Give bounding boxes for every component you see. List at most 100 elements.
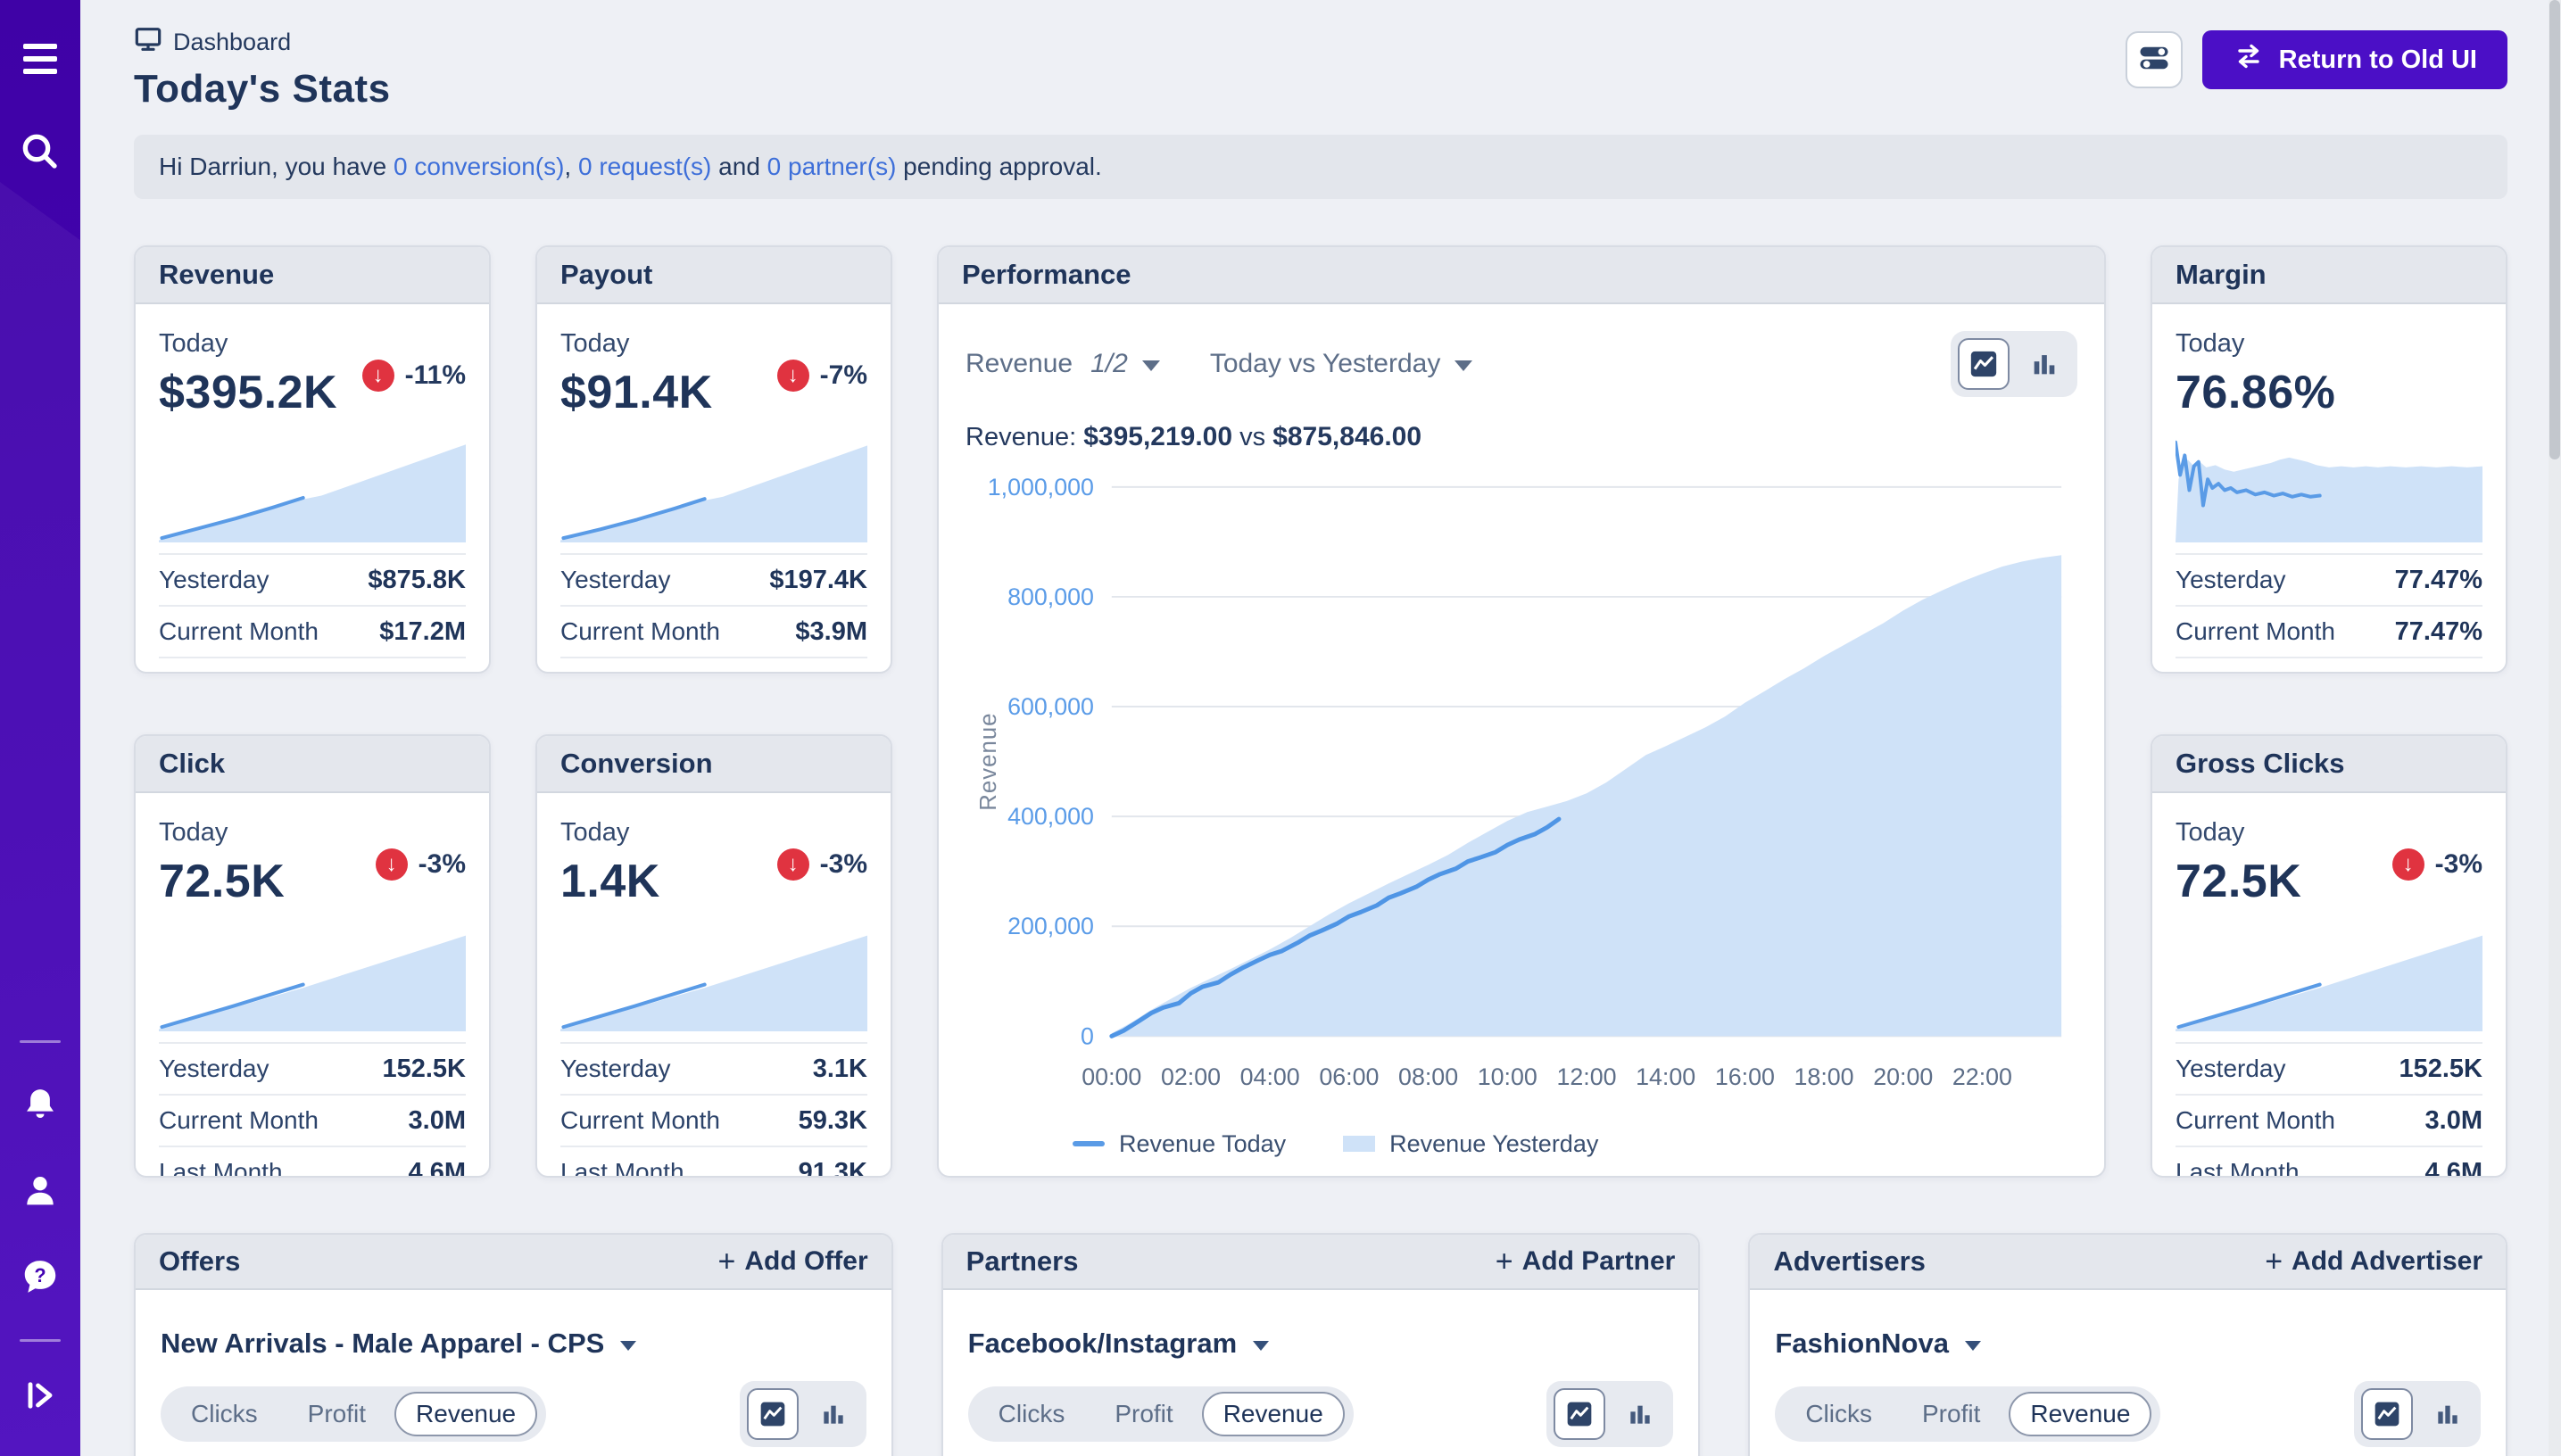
change-percent: -3% xyxy=(2435,849,2482,880)
svg-text:400,000: 400,000 xyxy=(1007,803,1094,830)
bar-chart-toggle-button[interactable] xyxy=(2018,338,2070,390)
today-value: $91.4K xyxy=(560,366,713,419)
svg-text:22:00: 22:00 xyxy=(1952,1063,2012,1090)
payout-card: Payout Today $91.4K ↓ -7% Yesterday$197.… xyxy=(535,245,892,674)
profile-person-icon[interactable] xyxy=(17,1168,63,1214)
stat-row: Yesterday152.5K xyxy=(2176,1042,2482,1094)
banner-text: Hi Darriun, you have xyxy=(159,153,394,181)
add-partner-button[interactable]: + Add Partner xyxy=(1496,1245,1676,1279)
chevron-down-icon xyxy=(1253,1341,1269,1351)
line-chart-toggle-button[interactable] xyxy=(1958,338,2010,390)
return-old-ui-button[interactable]: Return to Old UI xyxy=(2202,30,2507,89)
change-badge: ↓ -11% xyxy=(362,360,466,392)
stat-row: Last Month91.3K xyxy=(560,1146,867,1178)
card-title: Revenue xyxy=(159,259,274,291)
notifications-bell-icon[interactable] xyxy=(17,1082,63,1129)
svg-text:10:00: 10:00 xyxy=(1478,1063,1537,1090)
line-chart-toggle-button[interactable] xyxy=(1554,1388,1605,1440)
chevron-down-icon xyxy=(620,1341,636,1351)
card-title: Performance xyxy=(962,259,1131,291)
help-icon[interactable]: ? xyxy=(17,1253,63,1300)
bar-chart-toggle-button[interactable] xyxy=(1614,1388,1666,1440)
tab-revenue[interactable]: Revenue xyxy=(2009,1392,2151,1436)
requests-link[interactable]: 0 request(s) xyxy=(578,153,711,181)
sidebar-divider xyxy=(20,1339,61,1342)
tab-profit[interactable]: Profit xyxy=(1093,1392,1194,1436)
legend-item-revenue-yesterday[interactable]: Revenue Yesterday xyxy=(1343,1130,1598,1158)
change-percent: -11% xyxy=(405,360,466,391)
line-swatch-icon xyxy=(1073,1141,1105,1146)
card-title: Gross Clicks xyxy=(2176,748,2345,780)
chart-type-toggle xyxy=(1546,1381,1673,1447)
sidebar: ? xyxy=(0,0,80,1456)
stat-row: Current Month59.3K xyxy=(560,1094,867,1146)
conversions-link[interactable]: 0 conversion(s) xyxy=(394,153,564,181)
svg-text:20:00: 20:00 xyxy=(1873,1063,1933,1090)
card-title: Partners xyxy=(966,1245,1079,1278)
change-percent: -7% xyxy=(820,360,867,391)
return-old-ui-label: Return to Old UI xyxy=(2279,46,2477,75)
stat-row: Yesterday152.5K xyxy=(159,1042,466,1094)
banner-text: , xyxy=(564,153,578,181)
bar-chart-toggle-button[interactable] xyxy=(808,1388,859,1440)
stat-row: Last Month$6.0M xyxy=(560,657,867,674)
legend-item-revenue-today[interactable]: Revenue Today xyxy=(1073,1130,1286,1158)
toggles-icon xyxy=(2136,40,2172,80)
page-title: Today's Stats xyxy=(134,67,391,112)
payout-sparkline xyxy=(560,434,867,542)
vertical-scrollbar[interactable] xyxy=(2549,0,2561,1456)
tab-clicks[interactable]: Clicks xyxy=(977,1392,1087,1436)
compare-select[interactable]: Today vs Yesterday xyxy=(1210,349,1473,379)
click-sparkline xyxy=(159,922,466,1031)
search-icon[interactable] xyxy=(17,128,63,175)
today-label: Today xyxy=(2176,329,2335,359)
change-percent: -3% xyxy=(419,849,466,880)
expand-sidebar-icon[interactable] xyxy=(17,1372,63,1419)
add-offer-button[interactable]: + Add Offer xyxy=(717,1245,867,1279)
compare-select-value: Today vs Yesterday xyxy=(1210,349,1441,379)
monitor-icon xyxy=(134,25,162,60)
today-value: 76.86% xyxy=(2176,366,2335,419)
performance-card: Performance Revenue 1/2 Today vs Yesterd… xyxy=(937,245,2106,1178)
tab-revenue[interactable]: Revenue xyxy=(394,1392,537,1436)
arrow-down-circle-icon: ↓ xyxy=(777,848,809,881)
scrollbar-thumb[interactable] xyxy=(2549,0,2560,459)
comparison-summary: Revenue: $395,219.00 vs $875,846.00 xyxy=(966,422,2077,452)
add-advertiser-button[interactable]: + Add Advertiser xyxy=(2265,1245,2482,1279)
stat-row: Current Month$3.9M xyxy=(560,605,867,657)
change-badge: ↓ -3% xyxy=(777,848,867,881)
line-chart-toggle-button[interactable] xyxy=(2361,1388,2413,1440)
tab-revenue[interactable]: Revenue xyxy=(1202,1392,1345,1436)
menu-icon[interactable] xyxy=(17,36,63,82)
banner-text: pending approval. xyxy=(896,153,1101,181)
today-label: Today xyxy=(159,329,337,359)
offer-select[interactable]: New Arrivals - Male Apparel - CPS xyxy=(161,1328,866,1360)
ui-toggle-button[interactable] xyxy=(2126,31,2183,88)
today-label: Today xyxy=(159,818,285,848)
swap-arrows-icon xyxy=(2233,40,2265,79)
conversion-card: Conversion Today 1.4K ↓ -3% Yesterday3.1… xyxy=(535,734,892,1178)
advertiser-select[interactable]: FashionNova xyxy=(1775,1328,2481,1360)
tab-profit[interactable]: Profit xyxy=(1901,1392,2002,1436)
today-amount: $395,219.00 xyxy=(1083,422,1232,451)
tab-clicks[interactable]: Clicks xyxy=(1784,1392,1894,1436)
main-content: Dashboard Today's Stats Return to Old UI… xyxy=(80,0,2561,1456)
card-title: Click xyxy=(159,748,225,780)
margin-card: Margin Today 76.86% Yesterday77.47% Curr… xyxy=(2151,245,2507,674)
tab-clicks[interactable]: Clicks xyxy=(170,1392,279,1436)
line-chart-toggle-button[interactable] xyxy=(747,1388,799,1440)
advertisers-card: Advertisers + Add Advertiser FashionNova… xyxy=(1748,1233,2507,1456)
metric-select[interactable]: Revenue 1/2 xyxy=(966,349,1160,379)
change-badge: ↓ -3% xyxy=(2392,848,2482,881)
stat-row: Current Month3.0M xyxy=(2176,1094,2482,1146)
today-value: 1.4K xyxy=(560,855,660,908)
partner-select[interactable]: Facebook/Instagram xyxy=(968,1328,1674,1360)
partners-link[interactable]: 0 partner(s) xyxy=(767,153,897,181)
bar-chart-toggle-button[interactable] xyxy=(2422,1388,2474,1440)
topbar: Dashboard Today's Stats Return to Old UI xyxy=(134,25,2507,112)
breadcrumb[interactable]: Dashboard xyxy=(134,25,391,60)
plus-icon: + xyxy=(2265,1245,2283,1279)
svg-text:08:00: 08:00 xyxy=(1398,1063,1458,1090)
svg-text:04:00: 04:00 xyxy=(1240,1063,1300,1090)
tab-profit[interactable]: Profit xyxy=(286,1392,387,1436)
